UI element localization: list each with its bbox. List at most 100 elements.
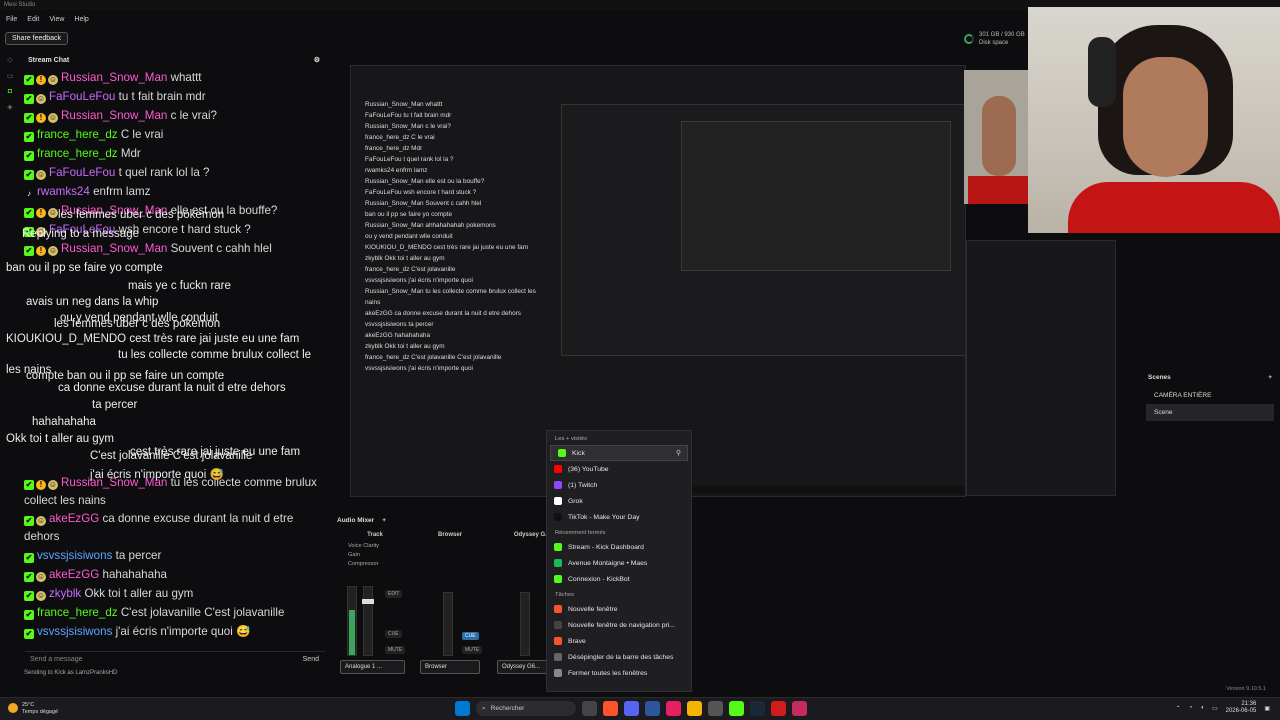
filter-voice-clarity[interactable]: Voice Clarity [340,542,410,551]
notepad-icon[interactable] [708,701,723,716]
clock-time: 21:36 [1241,701,1257,707]
odyssey-source-select[interactable]: Odyssey G6... [497,660,547,674]
brave-icon[interactable] [603,701,618,716]
overlay-text: avais un neg dans la whip [26,296,159,308]
taskbar-search[interactable]: ⌕ Rechercher [476,701,576,716]
chat-username[interactable]: Russian_Snow_Man [61,71,167,84]
jumplist-item[interactable]: Kick ⚲ [550,445,688,461]
share-feedback-button[interactable]: Share feedback [5,32,69,45]
user-badges: ✔ [24,132,34,142]
track-cue-button[interactable]: CUE [385,630,402,638]
jumplist-item[interactable]: Grok [547,493,691,509]
chat-username[interactable]: france_here_dz [37,147,118,160]
steam-icon[interactable] [750,701,765,716]
chat-username[interactable]: vsvssjsisiwons [37,549,112,562]
menu-item-help[interactable]: Help [74,16,88,23]
mixer-title: Audio Mixer [337,517,375,524]
camera-icon[interactable]: ▭ [7,72,14,80]
jumplist-item[interactable]: (36) YouTube [547,461,691,477]
menu-item-view[interactable]: View [49,16,64,23]
track-edit-button[interactable]: EDIT [385,590,403,598]
browser-source-select[interactable]: Browser [420,660,480,674]
task-view-icon[interactable] [582,701,597,716]
chat-text: C le vrai [120,128,164,141]
chat-text: Souvent c cahh hlel [170,242,272,255]
track-mute-button[interactable]: MUTE [385,646,406,654]
tiktok-icon[interactable] [666,701,681,716]
chat-input[interactable]: Send a message Send [25,651,325,667]
filter-compressor[interactable]: Compressor [340,560,410,569]
chat-username[interactable]: france_here_dz [37,128,118,141]
recording-app-icon[interactable] [771,701,786,716]
chat-message: ✔ ☺ akeEzGG hahahahaha [24,565,328,584]
network-icon[interactable]: ◔ [1189,705,1193,711]
kick-badge-icon: ✔ [24,553,34,563]
chat-username[interactable]: vsvssjsisiwons [37,625,112,638]
chat-username[interactable]: france_here_dz [37,606,118,619]
file-explorer-icon[interactable] [687,701,702,716]
filter-gain[interactable]: Gain [340,551,410,560]
track-column: Track Voice Clarity Gain Compressor [340,532,410,569]
chat-username[interactable]: akeEzGG [49,512,99,525]
chat-username[interactable]: FaFouLeFou [49,166,115,179]
jumplist-item[interactable]: (1) Twitch [547,477,691,493]
preview-right-panel [966,240,1116,496]
overlay-text: ban ou il pp se faire yo compte [6,262,163,274]
chat-username[interactable]: akeEzGG [49,568,99,581]
chat-username[interactable]: Russian_Snow_Man [61,109,167,122]
jumplist-recent-item[interactable]: Stream - Kick Dashboard [547,539,691,555]
pin-icon[interactable]: ⚲ [676,449,681,457]
battery-icon[interactable]: ▭ [1212,705,1218,712]
chat-title: Stream Chat [28,57,70,64]
home-icon[interactable]: ◇ [7,56,12,64]
chat-text: Mdr [120,147,141,160]
settings-gear-icon[interactable]: ⚙ [314,54,320,68]
jumplist-item[interactable]: TikTok - Make Your Day [547,509,691,525]
chat-username[interactable]: Russian_Snow_Man [61,242,167,255]
overlay-text: j'ai écris n'importe quoi 😅 [90,469,224,481]
browser-cue-button[interactable]: CUE [462,632,479,640]
scenes-panel: Scenes + CAMÉRA ENTIÈRE Scene [1146,372,1274,432]
notifications-icon[interactable]: ▣ [1264,705,1270,712]
chat-message: ✔ vsvssjsisiwons j'ai écris n'importe quo… [24,622,328,641]
scene-item-camera[interactable]: CAMÉRA ENTIÈRE [1146,387,1274,404]
menu-item-edit[interactable]: Edit [27,16,39,23]
jumplist-task-item-label: Nouvelle fenêtre de navigation pri... [568,621,675,629]
windows-start-icon[interactable] [455,701,470,716]
chat-username[interactable]: FaFouLeFou [49,90,115,103]
jumplist-task-item[interactable]: Nouvelle fenêtre [547,601,691,617]
chevron-up-icon[interactable]: ⌃ [1176,705,1181,712]
track-source-select[interactable]: Analogue 1 ... [340,660,405,674]
send-button[interactable]: Send [303,652,319,668]
warning-badge-icon: ! [36,113,46,123]
studio-app-icon[interactable] [792,701,807,716]
jumplist-recent-item[interactable]: Avenue Montaigne • Maes [547,555,691,571]
browser-mute-button[interactable]: MUTE [462,646,483,654]
clock[interactable]: 21:36 2026-06-05 [1226,701,1257,715]
volume-icon[interactable]: ◖ [1200,705,1204,711]
jumplist-task-item[interactable]: Fermer toutes les fenêtres [547,665,691,681]
add-scene-icon[interactable]: + [1268,374,1272,381]
user-badges: ✔! ☺ [24,113,58,123]
chat-icon[interactable]: ◘ [8,88,12,95]
track-fader[interactable] [362,586,374,656]
shield-icon[interactable]: ◈ [7,103,12,111]
chat-username[interactable]: zkyblk [49,587,81,600]
menu-item-file[interactable]: File [6,16,17,23]
scene-item-scene[interactable]: Scene [1146,404,1274,421]
emoji-badge-icon: ☺ [36,591,46,601]
jumplist-task-item[interactable]: Brave [547,633,691,649]
emoji-badge-icon: ☺ [48,246,58,256]
jumplist-task-item[interactable]: Désépingler de la barre des tâches [547,649,691,665]
preview-chat-line: ou y vend pendant wlle conduit [365,233,453,240]
chat-username[interactable]: rwamks24 [37,185,90,198]
app-icon[interactable] [645,701,660,716]
kick-icon[interactable] [729,701,744,716]
add-track-icon[interactable]: + [382,514,386,528]
weather-widget[interactable]: 25°C Temps dégagé [8,702,58,716]
user-badges: ✔ ☺ [24,94,46,104]
overlay-text: Okk toi t aller au gym [6,433,115,445]
jumplist-recent-item[interactable]: Connexion - KickBot [547,571,691,587]
discord-icon[interactable] [624,701,639,716]
jumplist-task-item[interactable]: Nouvelle fenêtre de navigation pri... [547,617,691,633]
